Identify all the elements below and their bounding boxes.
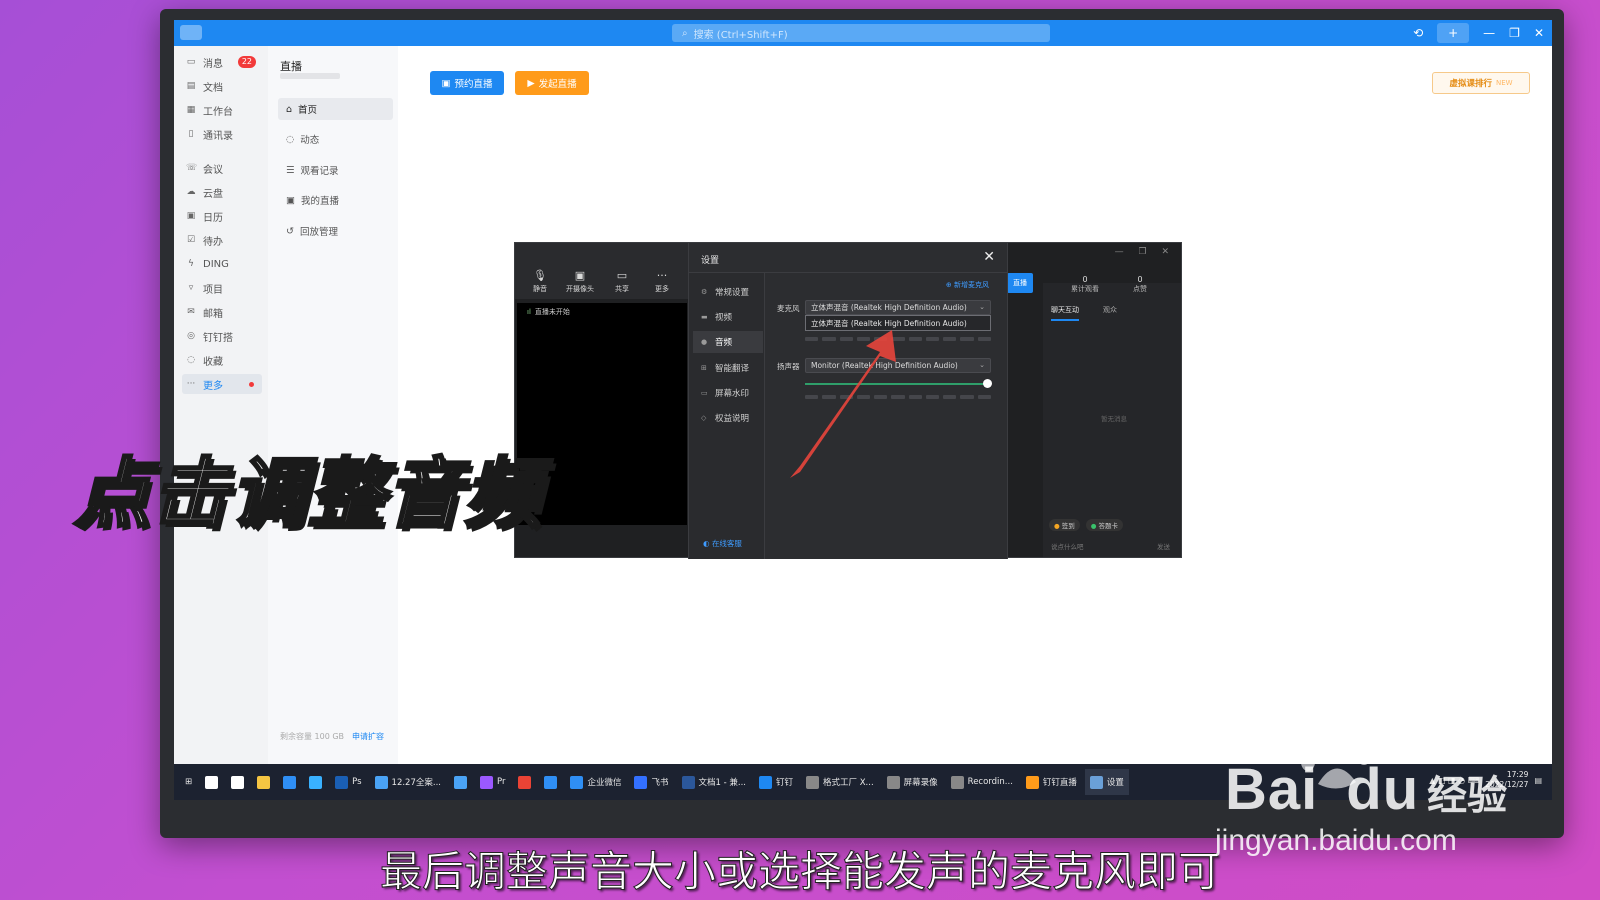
watermark-jingyan: 经验 (1427, 774, 1508, 818)
baidu-watermark: Bai du 经验 jingyan.baidu.com (1215, 756, 1508, 857)
arrow-shape (790, 330, 896, 478)
watermark-url: jingyan.baidu.com (1215, 824, 1457, 857)
watermark-du: du (1346, 757, 1420, 822)
big-caption: 点击调整音频 (73, 448, 542, 540)
watermark-brand: Bai (1225, 757, 1319, 822)
